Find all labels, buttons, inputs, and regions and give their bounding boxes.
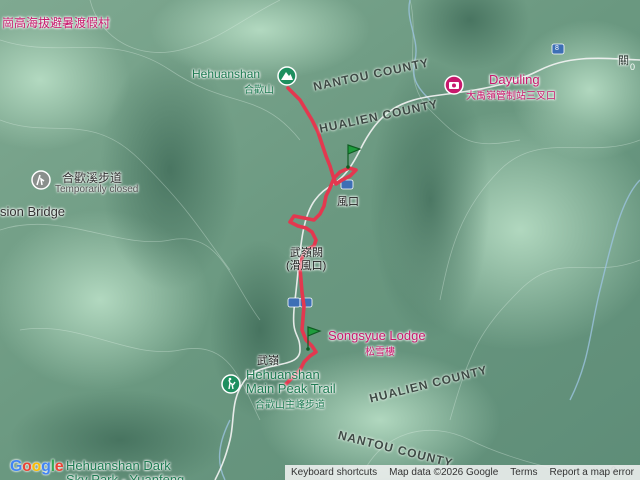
dayuling-zh-label: 大禹嶺管制站三叉口: [466, 91, 556, 102]
keyboard-shortcuts-link[interactable]: Keyboard shortcuts: [285, 467, 383, 478]
terms-link[interactable]: Terms: [504, 467, 543, 478]
hehuanshan-label[interactable]: Hehuanshan: [192, 67, 260, 81]
top-right-label: 關: [618, 55, 629, 67]
mountain-peak-icon[interactable]: [277, 66, 297, 86]
main-peak-trail-zh-label: 合歡山主峰步道: [255, 400, 325, 411]
temporarily-closed-label: Temporarily closed: [55, 184, 139, 195]
camera-icon[interactable]: [444, 75, 464, 95]
route-badge: 8: [555, 45, 559, 52]
wuling-pass-sub-label: (滑風口): [286, 260, 327, 272]
hehuanshan-zh-label: 合歡山: [244, 85, 274, 96]
map-data-label[interactable]: Map data ©2026 Google: [383, 467, 504, 478]
report-error-link[interactable]: Report a map error: [544, 467, 640, 478]
sion-bridge-label[interactable]: sion Bridge: [0, 204, 65, 219]
green-pin-icon[interactable]: [345, 143, 363, 169]
green-pin-icon[interactable]: [305, 325, 323, 351]
songsyue-lodge-label[interactable]: Songsyue Lodge: [328, 328, 426, 343]
dark-sky-park-label[interactable]: Hehuanshan Dark: [66, 458, 171, 473]
dark-sky-park-label-2: Sky Park - Yuanfeng: [66, 472, 185, 480]
songsyue-lodge-zh-label: 松雪樓: [365, 347, 395, 358]
wuling-label: 武嶺: [257, 355, 279, 367]
map-footer: Keyboard shortcuts Map data ©2026 Google…: [284, 465, 640, 480]
google-logo[interactable]: Google: [10, 458, 64, 476]
main-peak-trail-label[interactable]: Hehuanshan: [246, 367, 320, 382]
top-right-label-2: 0: [630, 62, 636, 72]
hiking-icon[interactable]: [221, 374, 241, 394]
resort-label[interactable]: 崗高海拔避暑渡假村: [2, 14, 110, 31]
map-canvas[interactable]: 崗高海拔避暑渡假村 關 0 8 Hehuanshan 合歡山 Dayuling …: [0, 0, 640, 480]
fengkou-label: 風口: [337, 196, 359, 208]
trail-icon[interactable]: [31, 170, 51, 190]
dayuling-label[interactable]: Dayuling: [489, 72, 540, 87]
main-peak-trail-label-2: Main Peak Trail: [246, 381, 336, 396]
